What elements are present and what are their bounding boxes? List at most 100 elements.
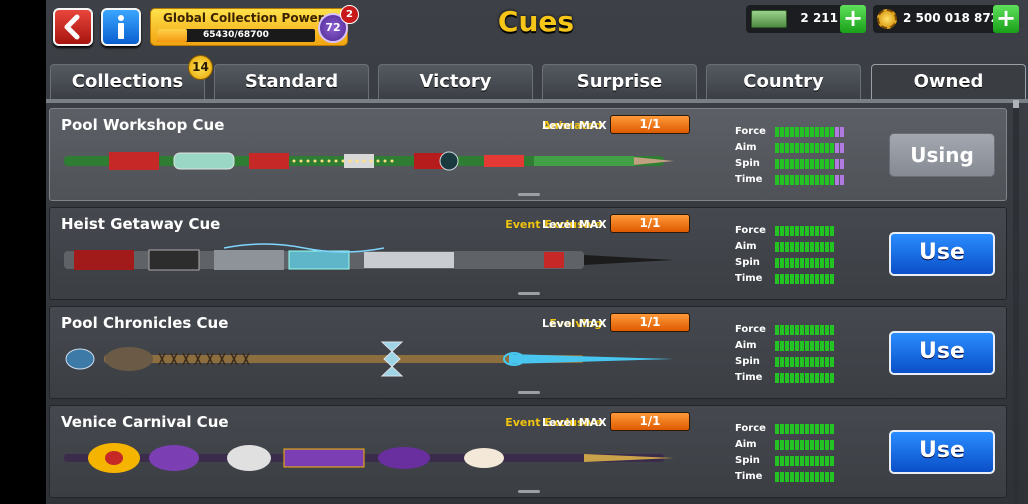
stat-segment — [815, 440, 819, 450]
stat-segment — [800, 159, 804, 169]
stat-label-spin: Spin — [735, 455, 760, 466]
stat-segment — [795, 143, 799, 153]
stat-segment — [780, 424, 784, 434]
stat-segment — [775, 341, 779, 351]
stat-segment — [780, 456, 784, 466]
stat-segment — [775, 456, 779, 466]
stat-bar-force — [775, 424, 835, 434]
cue-card[interactable]: Pool Workshop Cue Animated Level MAX 1/1 For… — [49, 108, 1007, 201]
stat-segment — [805, 274, 809, 284]
stat-segment — [775, 274, 779, 284]
stat-segment — [800, 127, 804, 137]
add-cash-button[interactable]: + — [840, 5, 866, 33]
stat-segment — [810, 424, 814, 434]
stat-segment — [835, 159, 839, 169]
global-collection-power[interactable]: Global Collection Power 65430/68700 72 — [150, 8, 348, 46]
stat-segment — [830, 373, 834, 383]
use-button[interactable]: Use — [889, 331, 995, 375]
cue-name: Pool Chronicles Cue — [61, 314, 229, 332]
stat-segment — [810, 325, 814, 335]
stat-segment — [810, 127, 814, 137]
stat-segment — [815, 456, 819, 466]
cue-card[interactable]: Venice Carnival Cue Event Exclusive Level … — [49, 405, 1007, 498]
cue-image — [64, 240, 674, 284]
stat-bar-force — [775, 325, 835, 335]
stat-segment — [785, 472, 789, 482]
stat-segment — [775, 325, 779, 335]
stat-segment — [830, 143, 834, 153]
stat-segment — [810, 175, 814, 185]
stat-segment — [810, 456, 814, 466]
stat-label-aim: Aim — [735, 241, 757, 252]
stat-segment — [825, 373, 829, 383]
stat-label-time: Time — [735, 372, 763, 383]
collection-power-label: Global Collection Power — [163, 11, 324, 25]
stat-segment — [795, 226, 799, 236]
cue-card[interactable]: Heist Getaway Cue Event Exclusive Level MA… — [49, 207, 1007, 300]
use-button[interactable]: Use — [889, 430, 995, 474]
use-button[interactable]: Use — [889, 232, 995, 276]
coins-amount: 2 500 018 872 — [903, 11, 1000, 25]
stat-label-force: Force — [735, 324, 766, 335]
stat-segment — [820, 357, 824, 367]
stat-segment — [815, 274, 819, 284]
stat-segment — [800, 274, 804, 284]
cue-card[interactable]: Pool Chronicles Cue Evolving Level MAX 1/1 F… — [49, 306, 1007, 399]
tab-standard[interactable]: Standard — [214, 64, 369, 99]
stat-segment — [775, 143, 779, 153]
stat-bar-force — [775, 226, 835, 236]
stat-segment — [780, 242, 784, 252]
stat-segment — [800, 440, 804, 450]
stat-segment — [790, 242, 794, 252]
stat-segment — [830, 274, 834, 284]
scrollbar-thumb[interactable] — [1013, 100, 1019, 108]
stat-label-spin: Spin — [735, 356, 760, 367]
stat-segment — [820, 175, 824, 185]
stat-segment — [785, 143, 789, 153]
stat-segment — [815, 258, 819, 268]
stat-segment — [780, 274, 784, 284]
stat-segment — [775, 175, 779, 185]
stat-segment — [835, 143, 839, 153]
stat-segment — [820, 373, 824, 383]
stat-segment — [800, 472, 804, 482]
stat-segment — [795, 424, 799, 434]
stat-segment — [815, 325, 819, 335]
stat-bar-spin — [775, 159, 845, 169]
stat-segment — [795, 456, 799, 466]
stat-segment — [800, 424, 804, 434]
stat-bar-spin — [775, 258, 835, 268]
tab-victory[interactable]: Victory — [378, 64, 533, 99]
info-button[interactable] — [101, 8, 141, 46]
stat-segment — [805, 456, 809, 466]
coin-icon — [877, 9, 897, 29]
stat-segment — [820, 472, 824, 482]
stat-bar-time — [775, 274, 835, 284]
tab-collections[interactable]: Collections — [50, 64, 205, 99]
stat-segment — [815, 143, 819, 153]
stat-label-spin: Spin — [735, 158, 760, 169]
cue-level: Level MAX — [542, 416, 607, 429]
tab-surprise[interactable]: Surprise — [542, 64, 697, 99]
stat-segment — [785, 325, 789, 335]
stat-label-aim: Aim — [735, 142, 757, 153]
stat-segment — [830, 226, 834, 236]
stat-segment — [825, 357, 829, 367]
stat-segment — [780, 159, 784, 169]
add-coins-button[interactable]: + — [993, 5, 1019, 33]
tab-owned[interactable]: Owned — [871, 64, 1026, 99]
scrollbar-track[interactable] — [1013, 100, 1019, 504]
back-button[interactable] — [53, 8, 93, 46]
stat-segment — [815, 175, 819, 185]
stat-segment — [830, 424, 834, 434]
using-button[interactable]: Using — [889, 133, 995, 177]
stat-segment — [780, 440, 784, 450]
cue-name: Venice Carnival Cue — [61, 413, 229, 431]
stat-bar-aim — [775, 242, 835, 252]
stat-segment — [805, 357, 809, 367]
stat-segment — [780, 357, 784, 367]
stat-segment — [800, 175, 804, 185]
tab-country[interactable]: Country — [706, 64, 861, 99]
stat-segment — [825, 456, 829, 466]
stat-segment — [795, 242, 799, 252]
